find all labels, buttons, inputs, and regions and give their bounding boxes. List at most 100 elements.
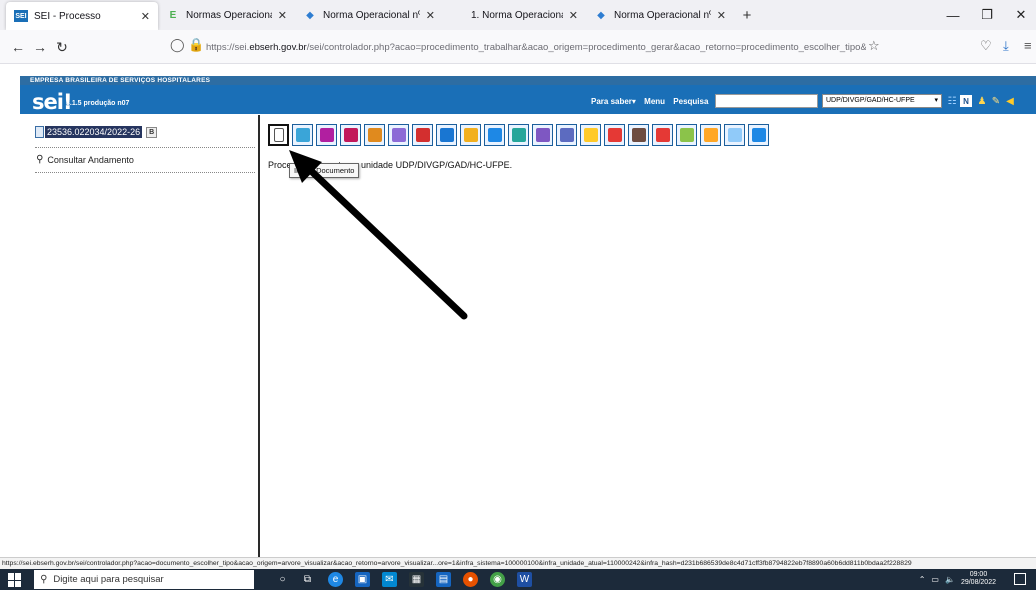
shield-icon[interactable]: ◯ [170, 37, 185, 53]
process-number[interactable]: 23536.022034/2022-26 [45, 126, 143, 138]
clock-date: 29/08/2022 [960, 579, 996, 586]
close-tab-icon[interactable]: ✕ [426, 9, 435, 22]
consultar-andamento-label: Consultar Andamento [47, 154, 134, 165]
network-icon[interactable]: ▭ [931, 575, 939, 584]
address-bar[interactable]: https://sei. ebserh.gov.br/sei/controlado… [206, 35, 866, 59]
menu-link-menu[interactable]: Menu [644, 97, 665, 106]
close-tab-icon[interactable]: ✕ [569, 9, 578, 22]
restore-button[interactable]: ❐ [970, 0, 1004, 30]
clock[interactable]: 09:00 29/08/2022 [961, 571, 996, 587]
status-text-end: te na unidade UDP/DIVGP/GAD/HC-UFPE. [338, 160, 513, 170]
menu-link-para-saber[interactable]: Para saber▾ [591, 97, 636, 106]
forward-icon[interactable]: → [30, 38, 50, 56]
status-text-start: Proce [268, 160, 292, 170]
browser-tab-strip: SEI SEI - Processo ✕ E Normas Operacionais D… [0, 0, 1036, 30]
tab-favicon-icon [451, 9, 465, 21]
word-icon[interactable]: W [517, 572, 532, 587]
calculator-icon[interactable]: ▦ [409, 572, 424, 587]
incluir-em-bloco-icon [535, 128, 550, 142]
lock-icon[interactable]: 🔒 [188, 37, 204, 53]
enviar-email-icon [487, 128, 502, 142]
search-icon: ⚲ [36, 154, 44, 165]
exit-icon[interactable]: ◀ [1004, 95, 1016, 107]
process-badge[interactable]: B [146, 126, 158, 138]
arquivar-icon [679, 128, 694, 142]
chevron-down-icon: ▾ [934, 97, 938, 104]
excluir-button[interactable] [652, 124, 673, 146]
tab-favicon-icon: E [169, 9, 177, 21]
enviar-email-button[interactable] [484, 124, 505, 146]
duplicar-processo-button[interactable] [460, 124, 481, 146]
tools-icon[interactable]: ✎ [990, 95, 1002, 107]
process-tree-root[interactable]: 23536.022034/2022-26 B [35, 126, 158, 138]
notification-icon[interactable] [1014, 573, 1026, 585]
reload-icon[interactable]: ↻ [52, 38, 72, 56]
close-window-button[interactable]: ✕ [1004, 0, 1036, 30]
notebook-icon[interactable]: N [960, 95, 972, 107]
back-icon[interactable]: ← [8, 38, 28, 56]
consultar-alterar-button[interactable] [316, 124, 337, 146]
enviar-processo-button[interactable] [388, 124, 409, 146]
bookmark-star-icon[interactable]: ☆ [868, 38, 880, 54]
store-icon[interactable]: ▣ [355, 572, 370, 587]
relacionar-processo-button[interactable] [508, 124, 529, 146]
firefox-icon[interactable]: ● [463, 572, 478, 587]
atualizar-andamento-button[interactable] [412, 124, 433, 146]
consultar-andamento-link[interactable]: ⚲ Consultar Andamento [36, 154, 134, 165]
minimize-button[interactable]: — [936, 0, 970, 30]
browser-tab-label: Normas Operacionais DGP - Int [186, 9, 272, 21]
close-tab-icon[interactable]: ✕ [141, 10, 150, 23]
anotacoes-icon [583, 128, 598, 142]
atualizar-andamento-icon [415, 128, 430, 142]
tree-divider [35, 147, 255, 148]
taskbar-search-placeholder: Digite aqui para pesquisar [53, 574, 164, 585]
chevron-up-icon[interactable]: ⌃ [919, 575, 926, 584]
anotacoes-button[interactable] [580, 124, 601, 146]
process-toolbar [268, 124, 769, 148]
windows-start-icon[interactable] [8, 573, 22, 587]
menu-link-pesquisa[interactable]: Pesquisa [673, 97, 708, 106]
header-menu: Para saber▾ Menu Pesquisa [591, 97, 714, 106]
browser-tab[interactable]: ◆ Norma Operacional nº 02/2014 ✕ [586, 0, 734, 30]
close-tab-icon[interactable]: ✕ [278, 9, 287, 22]
browser-tab[interactable]: E Normas Operacionais DGP - Int ✕ [158, 0, 295, 30]
cortana-icon[interactable]: ○ [275, 572, 290, 587]
pesquisar-processo-button[interactable] [748, 124, 769, 146]
incluir-documento-button[interactable] [268, 124, 289, 146]
search-input[interactable] [715, 94, 818, 108]
ciencia-button[interactable] [364, 124, 385, 146]
browser-tab[interactable]: ◆ Norma Operacional nº 02/2014 ✕ [295, 0, 443, 30]
gerenciar-marcador-button[interactable] [556, 124, 577, 146]
new-tab-button[interactable]: + [734, 0, 760, 30]
acompanhamento-especial-button[interactable] [340, 124, 361, 146]
arquivar-button[interactable] [676, 124, 697, 146]
task-view-icon[interactable]: ⧉ [300, 572, 315, 587]
excluir-icon [655, 128, 670, 142]
lista-documentos-button[interactable] [724, 124, 745, 146]
marcador-button[interactable] [700, 124, 721, 146]
volume-icon[interactable]: 🔈 [945, 575, 955, 584]
url-prefix: https://sei. [206, 41, 250, 53]
gerar-pdf-button[interactable] [628, 124, 649, 146]
unit-select-value: UDP/DIVGP/GAD/HC-UFPE [826, 97, 915, 104]
atribuir-processo-button[interactable] [436, 124, 457, 146]
grid-icon[interactable]: ☷ [946, 95, 958, 107]
lista-documentos-icon [727, 128, 742, 142]
iniciar-processo-relacionado-button[interactable] [292, 124, 313, 146]
incluir-em-bloco-button[interactable] [532, 124, 553, 146]
menu-icon[interactable]: ≡ [1024, 38, 1032, 53]
browser-tab[interactable]: 1. Norma Operacional nº 02_2014 - ✕ [443, 0, 586, 30]
folder-icon [35, 126, 44, 138]
browser-tab[interactable]: SEI SEI - Processo ✕ [6, 2, 158, 30]
file-explorer-icon[interactable]: ▤ [436, 572, 451, 587]
unit-select[interactable]: UDP/DIVGP/GAD/HC-UFPE ▾ [822, 94, 942, 108]
mail-icon[interactable]: ✉ [382, 572, 397, 587]
edge-icon[interactable]: e [328, 572, 343, 587]
sobrestar-processo-button[interactable] [604, 124, 625, 146]
pocket-icon[interactable]: ♡ [980, 38, 992, 54]
close-tab-icon[interactable]: ✕ [717, 9, 726, 22]
taskbar-search[interactable]: ⚲ Digite aqui para pesquisar [34, 570, 254, 589]
chrome-icon[interactable]: ◉ [490, 572, 505, 587]
download-icon[interactable]: ⤓ [1003, 38, 1009, 54]
user-icon[interactable]: ♟ [976, 95, 988, 107]
